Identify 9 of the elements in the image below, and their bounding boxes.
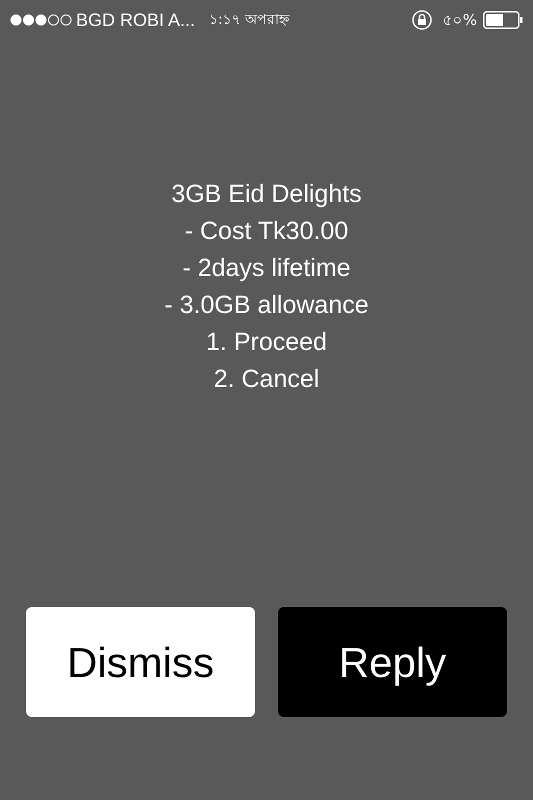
clock-time: ১:১৭ অপরাহ্ন: [209, 10, 290, 30]
rotation-lock-icon: [410, 9, 433, 31]
dismiss-button[interactable]: Dismiss: [26, 607, 255, 717]
reply-button[interactable]: Reply: [278, 607, 507, 717]
battery-percent: ৫০%: [442, 10, 477, 31]
message-text: 3GB Eid Delights - Cost Tk30.00 - 2days lifetime - 3.0GB allowance 1. Proceed 2. Cancel: [163, 179, 370, 395]
battery-icon: [483, 11, 523, 29]
signal-icon: [10, 13, 72, 27]
carrier-name: BGD ROBI A...: [76, 8, 196, 32]
